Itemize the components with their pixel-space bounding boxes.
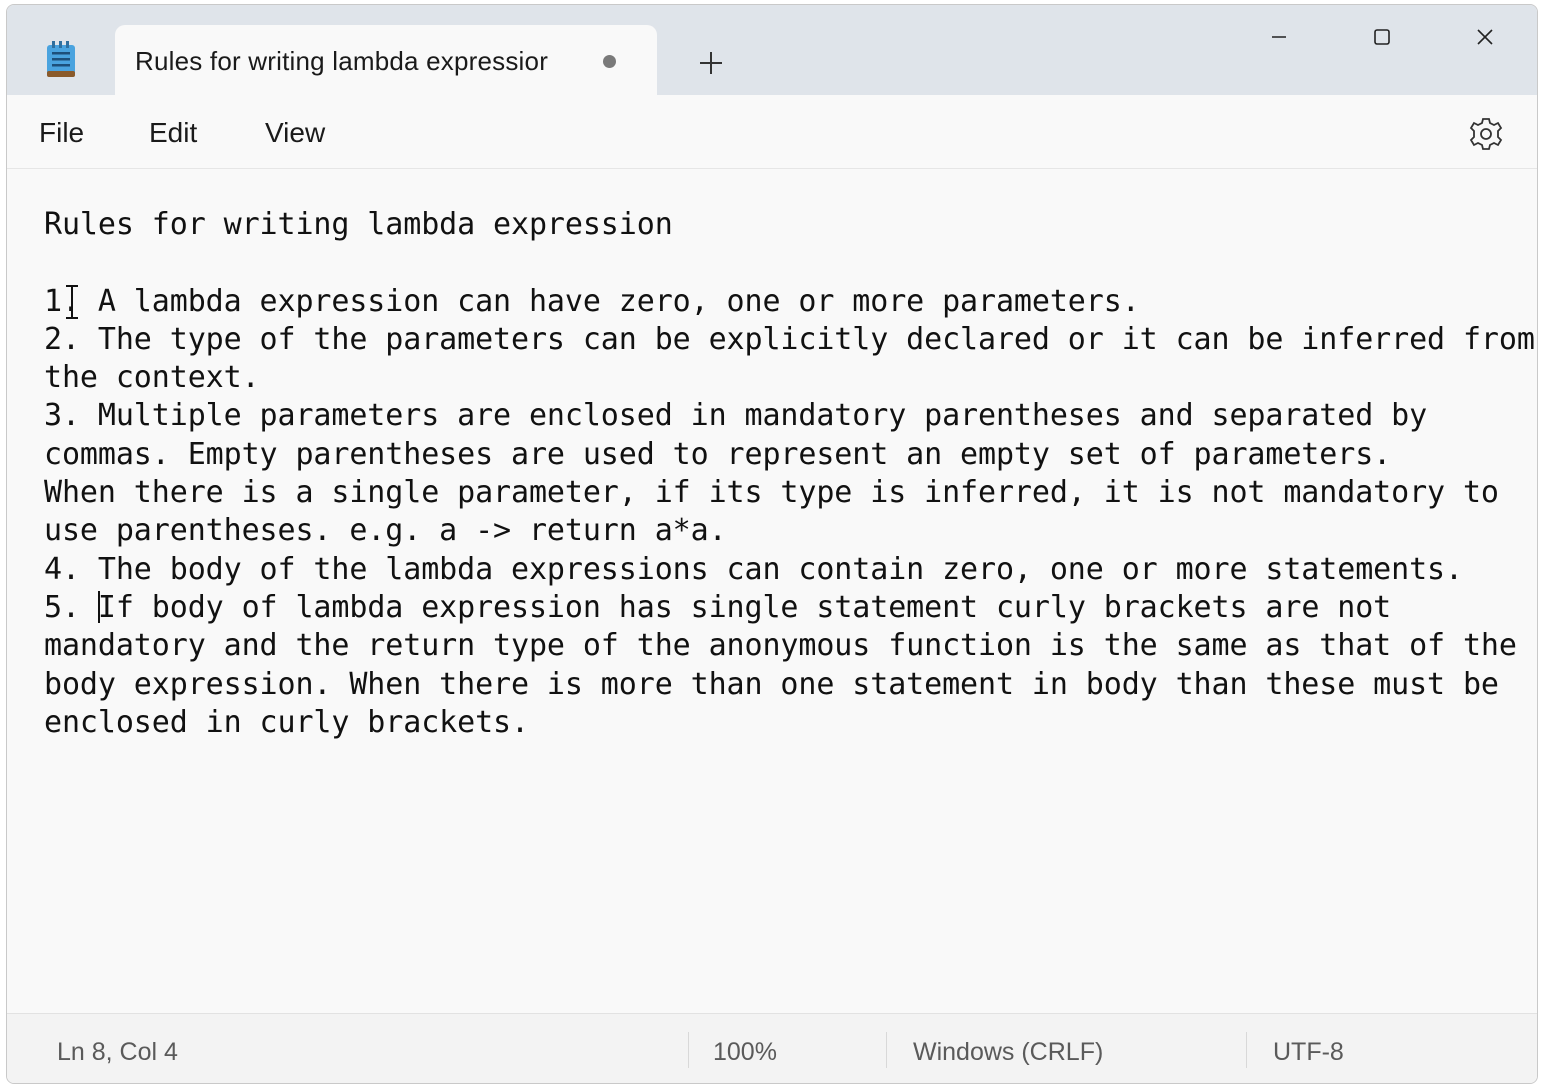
status-bar: Ln 8, Col 4 100% Windows (CRLF) UTF-8 [7,1013,1537,1083]
doc-line: 5. If body of lambda expression has sing… [44,589,1537,627]
maximize-button[interactable] [1352,17,1412,57]
doc-line: commas. Empty parentheses are used to re… [44,436,1392,472]
status-divider [688,1032,689,1068]
doc-line: mandatory and the return type of the ano… [44,628,1517,664]
minimize-icon [1272,36,1286,38]
doc-line: 3. Multiple parameters are enclosed in m… [44,398,1428,434]
status-divider [886,1032,887,1068]
doc-line: body expression. When there is more than… [44,666,1499,702]
doc-line: enclosed in curly brackets. [44,704,529,740]
doc-line: the context. [44,360,260,396]
tab-document[interactable]: Rules for writing lambda expressior [115,25,657,97]
menu-bar: File Edit View [7,95,1537,169]
cursor-position[interactable]: Ln 8, Col 4 [57,1038,178,1067]
doc-line: 4. The body of the lambda expressions ca… [44,551,1463,587]
menu-view[interactable]: View [265,117,325,149]
title-bar: Rules for writing lambda expressior [7,5,1537,97]
zoom-level[interactable]: 100% [713,1038,777,1067]
settings-button[interactable] [1467,115,1505,153]
maximize-icon [1374,29,1390,45]
text-editor[interactable]: Rules for writing lambda expression 1. A… [7,170,1537,1013]
doc-line: Rules for writing lambda expression [44,207,673,242]
document-text[interactable]: Rules for writing lambda expression 1. A… [44,206,1537,742]
menu-file[interactable]: File [39,117,84,149]
status-divider [1246,1032,1247,1068]
new-tab-button[interactable] [689,41,733,85]
line-ending[interactable]: Windows (CRLF) [913,1038,1103,1067]
ibeam-cursor-icon [63,284,81,320]
doc-line-prefix: 5. [44,589,98,625]
doc-line: 1. A lambda expression can have zero, on… [44,283,1140,319]
encoding[interactable]: UTF-8 [1273,1038,1344,1067]
tab-title: Rules for writing lambda expressior [135,46,549,76]
close-icon [1477,29,1493,45]
doc-line: use parentheses. e.g. a -> return a*a. [44,513,727,549]
doc-line-rest: If body of lambda expression has single … [97,589,1392,625]
plus-icon [700,52,722,74]
doc-line: 2. The type of the parameters can be exp… [44,321,1535,357]
minimize-button[interactable] [1249,17,1309,57]
doc-line [44,244,1537,282]
gear-icon [1469,118,1503,150]
unsaved-indicator-icon[interactable] [603,55,616,68]
notepad-icon [45,39,77,79]
menu-edit[interactable]: Edit [149,117,197,149]
notepad-window: Rules for writing lambda expressior File… [6,4,1538,1084]
doc-line: When there is a single parameter, if its… [44,475,1499,511]
close-button[interactable] [1455,17,1515,57]
